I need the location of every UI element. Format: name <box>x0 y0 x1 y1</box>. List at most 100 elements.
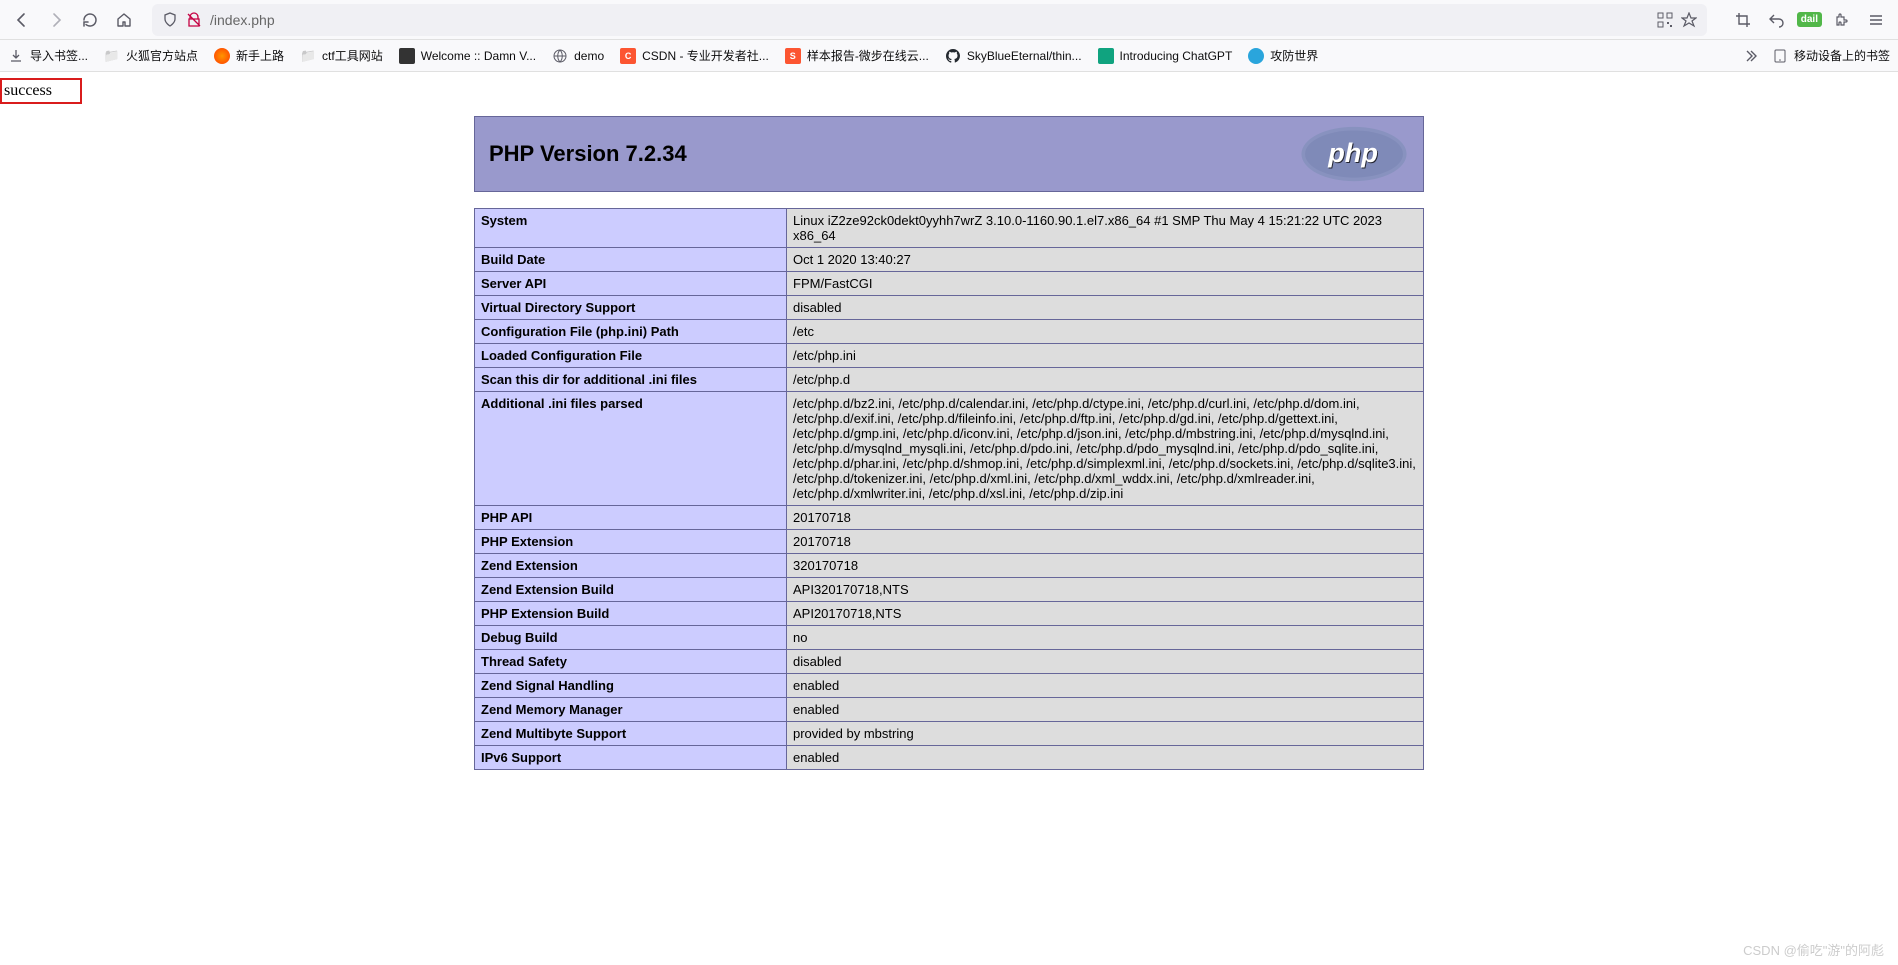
url-bar[interactable]: /index.php <box>152 4 1707 36</box>
info-key: Server API <box>475 272 787 296</box>
arrow-right-icon <box>48 12 64 28</box>
lock-strike-icon <box>186 12 202 28</box>
browser-toolbar: /index.php dail <box>0 0 1898 40</box>
home-button[interactable] <box>110 6 138 34</box>
table-row: Loaded Configuration File/etc/php.ini <box>475 344 1424 368</box>
table-row: Build DateOct 1 2020 13:40:27 <box>475 248 1424 272</box>
table-row: SystemLinux iZ2ze92ck0dekt0yyhh7wrZ 3.10… <box>475 209 1424 248</box>
info-value: API20170718,NTS <box>787 602 1424 626</box>
bookmark-firefox-official[interactable]: 火狐官方站点 <box>104 47 198 64</box>
info-value: FPM/FastCGI <box>787 272 1424 296</box>
info-value: enabled <box>787 674 1424 698</box>
bookmark-adworld[interactable]: 攻防世界 <box>1248 47 1318 64</box>
bookmark-ctf-tools[interactable]: ctf工具网站 <box>300 47 383 64</box>
openai-icon <box>1098 48 1114 64</box>
info-key: Build Date <box>475 248 787 272</box>
table-row: Zend Memory Managerenabled <box>475 698 1424 722</box>
bookmark-dvwa[interactable]: Welcome :: Damn V... <box>399 48 536 64</box>
info-key: Zend Memory Manager <box>475 698 787 722</box>
info-key: Virtual Directory Support <box>475 296 787 320</box>
info-value: 20170718 <box>787 506 1424 530</box>
forward-button[interactable] <box>42 6 70 34</box>
info-value: /etc/php.d/bz2.ini, /etc/php.d/calendar.… <box>787 392 1424 506</box>
table-row: PHP Extension20170718 <box>475 530 1424 554</box>
bookmark-github[interactable]: SkyBlueEternal/thin... <box>945 48 1082 64</box>
firefox-icon <box>214 48 230 64</box>
bookmark-getting-started[interactable]: 新手上路 <box>214 47 284 64</box>
info-key: Thread Safety <box>475 650 787 674</box>
php-version-title: PHP Version 7.2.34 <box>489 141 687 167</box>
table-row: PHP Extension BuildAPI20170718,NTS <box>475 602 1424 626</box>
info-key: Zend Extension Build <box>475 578 787 602</box>
bookmarks-more-button[interactable] <box>1740 46 1760 66</box>
bookmark-label: 火狐官方站点 <box>126 47 198 64</box>
site-icon: S <box>785 48 801 64</box>
globe-icon <box>552 48 568 64</box>
table-row: Zend Extension320170718 <box>475 554 1424 578</box>
reload-button[interactable] <box>76 6 104 34</box>
table-row: Thread Safetydisabled <box>475 650 1424 674</box>
phpinfo-table: SystemLinux iZ2ze92ck0dekt0yyhh7wrZ 3.10… <box>474 208 1424 770</box>
bookmark-chatgpt[interactable]: Introducing ChatGPT <box>1098 48 1233 64</box>
table-row: Server APIFPM/FastCGI <box>475 272 1424 296</box>
undo-button[interactable] <box>1763 6 1791 34</box>
bookmarks-bar: 导入书签... 火狐官方站点 新手上路 ctf工具网站 Welcome :: D… <box>0 40 1898 72</box>
github-icon <box>945 48 961 64</box>
dail-extension-icon[interactable]: dail <box>1797 12 1822 27</box>
shield-icon <box>162 12 178 28</box>
screenshot-button[interactable] <box>1729 6 1757 34</box>
page-content: success PHP Version 7.2.34 php php Syste… <box>0 72 1898 770</box>
csdn-icon: C <box>620 48 636 64</box>
bookmarks-overflow: 移动设备上的书签 <box>1740 46 1890 66</box>
info-key: PHP API <box>475 506 787 530</box>
info-key: PHP Extension Build <box>475 602 787 626</box>
bookmark-label: CSDN - 专业开发者社... <box>642 47 769 64</box>
info-value: disabled <box>787 296 1424 320</box>
bookmark-mobile[interactable]: 移动设备上的书签 <box>1772 47 1890 64</box>
qr-icon[interactable] <box>1657 12 1673 28</box>
folder-icon <box>300 48 316 64</box>
bookmark-sample-report[interactable]: S 样本报告-微步在线云... <box>785 47 929 64</box>
php-logo-icon: php php <box>1299 125 1409 183</box>
info-key: Configuration File (php.ini) Path <box>475 320 787 344</box>
bookmark-label: 攻防世界 <box>1270 47 1318 64</box>
info-key: PHP Extension <box>475 530 787 554</box>
info-value: enabled <box>787 746 1424 770</box>
mobile-icon <box>1772 48 1788 64</box>
info-value: 20170718 <box>787 530 1424 554</box>
table-row: Virtual Directory Supportdisabled <box>475 296 1424 320</box>
back-button[interactable] <box>8 6 36 34</box>
table-row: Scan this dir for additional .ini files/… <box>475 368 1424 392</box>
csdn-watermark: CSDN @偷吃"游"的阿彪 <box>1743 940 1884 959</box>
puzzle-icon <box>1834 12 1850 28</box>
chevrons-right-icon <box>1743 49 1757 63</box>
table-row: Zend Signal Handlingenabled <box>475 674 1424 698</box>
url-text: /index.php <box>210 12 1649 28</box>
table-row: IPv6 Supportenabled <box>475 746 1424 770</box>
bookmark-import[interactable]: 导入书签... <box>8 47 88 64</box>
info-value: no <box>787 626 1424 650</box>
phpinfo-container: PHP Version 7.2.34 php php SystemLinux i… <box>474 116 1424 770</box>
folder-icon <box>104 48 120 64</box>
info-key: Scan this dir for additional .ini files <box>475 368 787 392</box>
bookmark-label: Introducing ChatGPT <box>1120 49 1233 63</box>
extensions-button[interactable] <box>1828 6 1856 34</box>
bookmark-demo[interactable]: demo <box>552 48 604 64</box>
table-row: Configuration File (php.ini) Path/etc <box>475 320 1424 344</box>
table-row: Zend Multibyte Supportprovided by mbstri… <box>475 722 1424 746</box>
crop-icon <box>1735 12 1751 28</box>
info-value: /etc/php.ini <box>787 344 1424 368</box>
info-value: 320170718 <box>787 554 1424 578</box>
bookmark-label: demo <box>574 49 604 63</box>
site-icon <box>399 48 415 64</box>
bookmark-csdn[interactable]: C CSDN - 专业开发者社... <box>620 47 769 64</box>
table-row: PHP API20170718 <box>475 506 1424 530</box>
info-key: System <box>475 209 787 248</box>
info-key: Debug Build <box>475 626 787 650</box>
menu-button[interactable] <box>1862 6 1890 34</box>
bookmark-label: Welcome :: Damn V... <box>421 49 536 63</box>
bookmark-label: SkyBlueEternal/thin... <box>967 49 1082 63</box>
info-key: Zend Signal Handling <box>475 674 787 698</box>
success-text: success <box>4 82 52 99</box>
star-icon[interactable] <box>1681 12 1697 28</box>
